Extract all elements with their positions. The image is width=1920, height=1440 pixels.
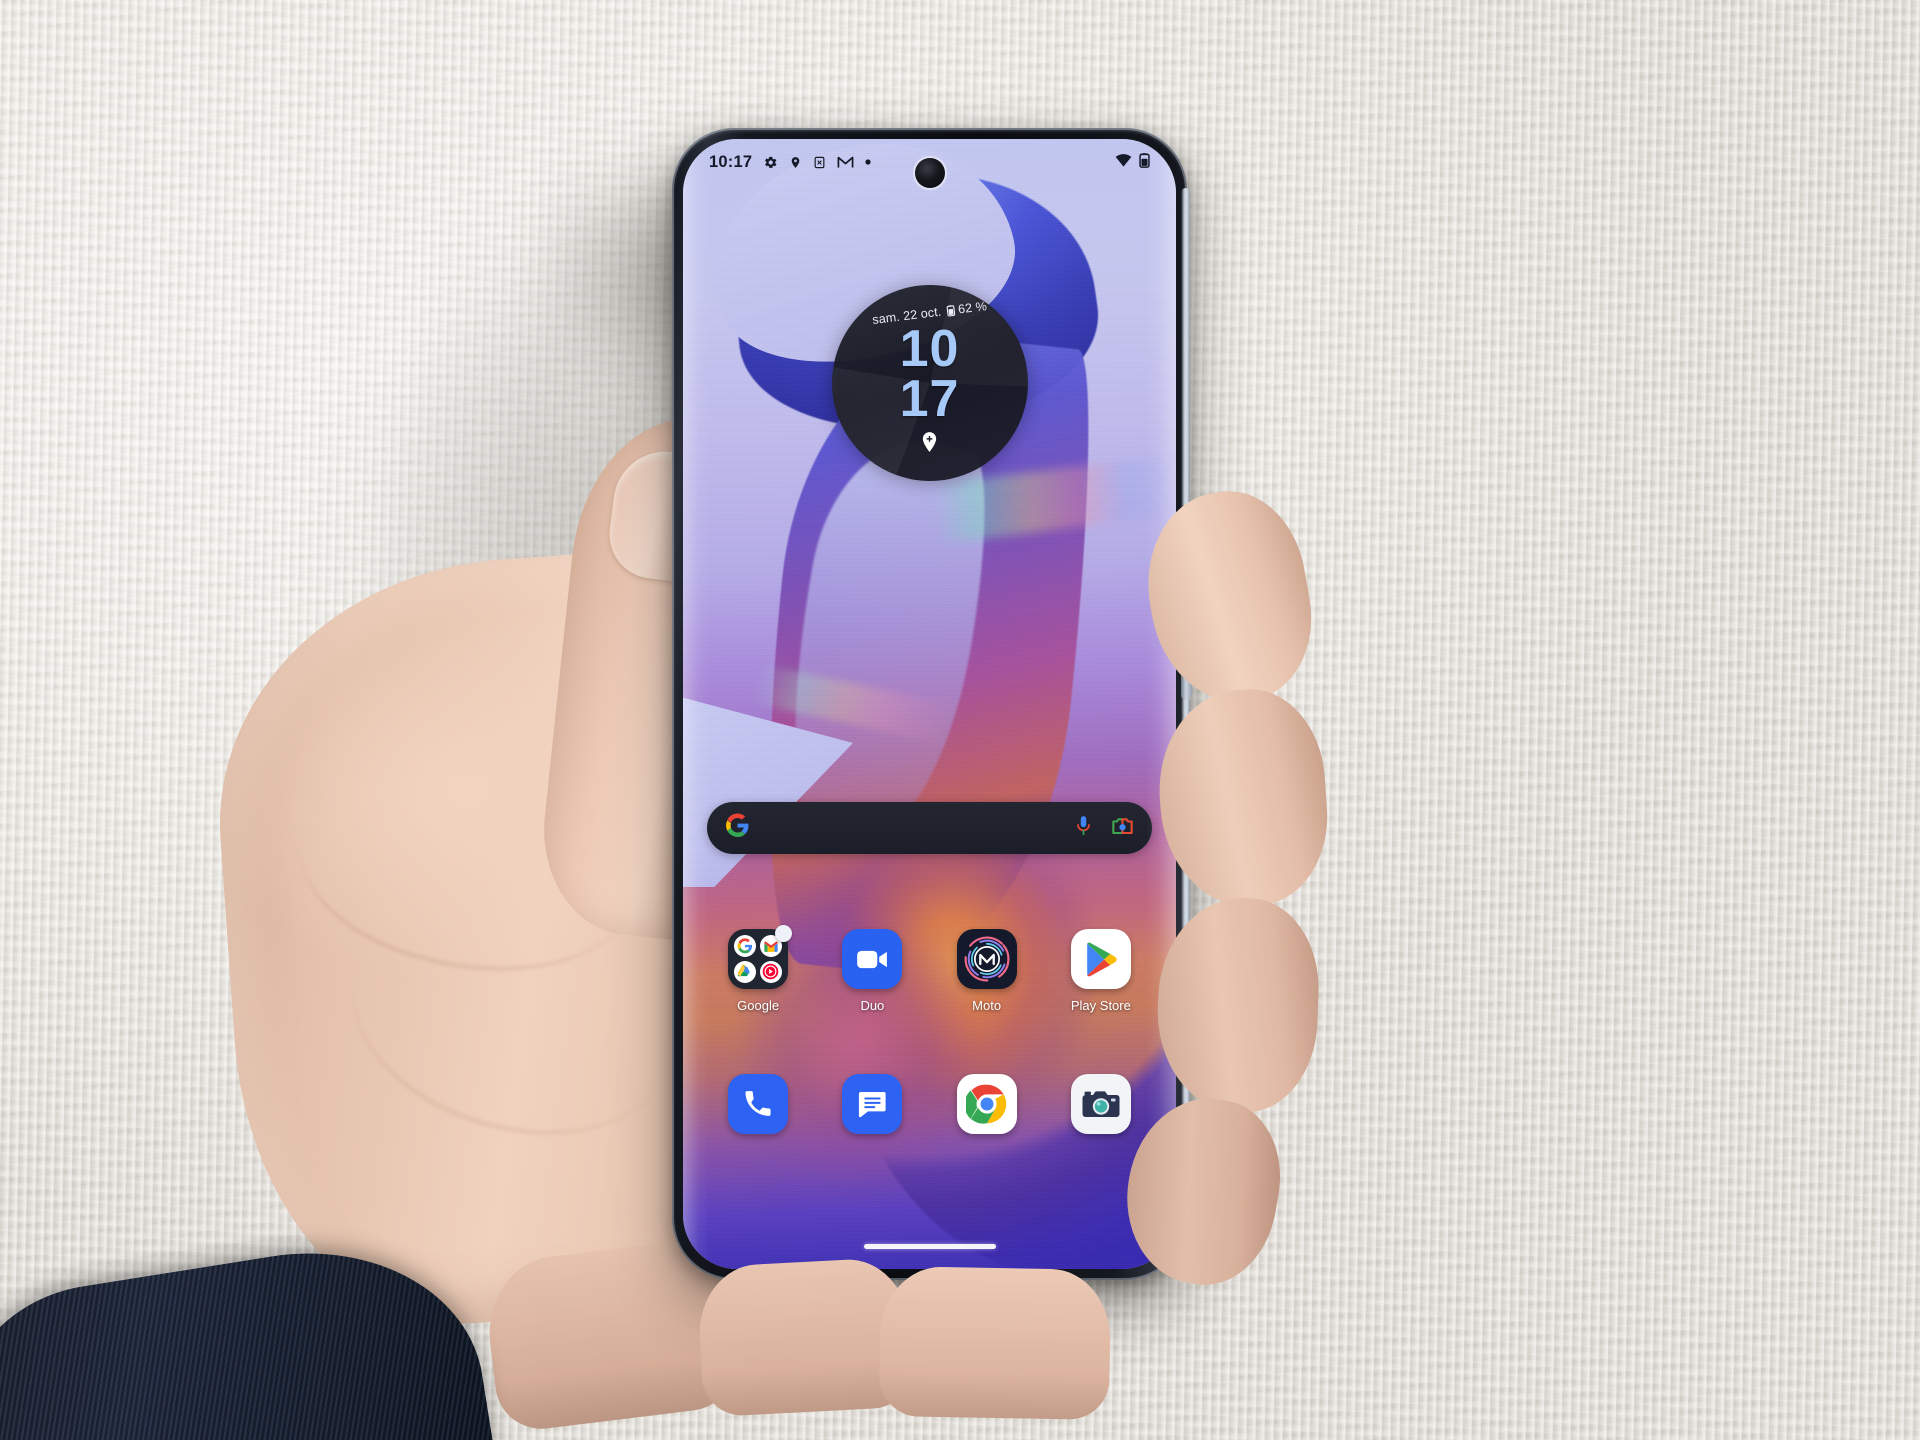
google-duo-icon[interactable]	[842, 929, 903, 989]
wifi-icon	[1115, 153, 1132, 172]
clock-widget[interactable]: sam. 22 oct. 62 % 10 17	[831, 285, 1028, 481]
front-camera-punch-hole	[914, 158, 945, 188]
supporting-finger	[878, 1266, 1112, 1420]
moto-icon[interactable]	[956, 929, 1017, 989]
phone-screen[interactable]: 10:17 sam. 22 oct. 62 % 10 17 Google Duo…	[683, 139, 1176, 1269]
screenshot-icon	[813, 155, 826, 170]
google-drive-icon	[734, 960, 757, 983]
gmail-icon	[837, 156, 854, 169]
location-pin-icon	[789, 155, 802, 170]
search-bar-actions	[1074, 815, 1134, 842]
location-add-pin-icon[interactable]	[921, 431, 938, 458]
google-folder-icon[interactable]	[728, 925, 793, 989]
google-lens-icon[interactable]	[1111, 815, 1134, 841]
more-dot-icon	[865, 159, 871, 165]
gear-icon	[763, 155, 778, 170]
status-bar-right-icons	[1115, 152, 1150, 173]
google-search-bar[interactable]	[707, 802, 1152, 854]
notification-badge-dot	[775, 925, 793, 942]
battery-icon	[946, 305, 956, 317]
app-grid: Google Duo Moto Play Store	[701, 925, 1158, 1013]
microphone-icon[interactable]	[1074, 815, 1093, 842]
app-label: Google	[737, 998, 780, 1013]
app-label: Moto	[972, 998, 1002, 1013]
messages-icon[interactable]	[842, 1074, 903, 1134]
app-label: Play Store	[1070, 998, 1131, 1013]
phone-icon[interactable]	[728, 1074, 789, 1134]
screen-edge-glare-right	[1146, 139, 1176, 1269]
clock-widget-hours: 10	[899, 320, 960, 378]
youtube-music-icon	[759, 960, 782, 983]
camera-icon[interactable]	[1070, 1074, 1131, 1134]
chrome-icon[interactable]	[956, 1074, 1017, 1134]
clock-widget-minutes: 17	[899, 369, 960, 428]
app-label: Duo	[860, 998, 885, 1013]
google-g-icon	[725, 813, 750, 843]
dock-item-chrome[interactable]	[930, 1074, 1044, 1134]
screen-edge-glare-left	[683, 139, 709, 1269]
app-play-store[interactable]: Play Store	[1044, 929, 1158, 1013]
dock	[701, 1074, 1158, 1134]
google-search-icon	[734, 935, 757, 958]
app-moto[interactable]: Moto	[930, 929, 1044, 1013]
smartphone: 10:17 sam. 22 oct. 62 % 10 17 Google Duo…	[672, 128, 1192, 1280]
app-duo[interactable]: Duo	[815, 929, 929, 1013]
home-gesture-pill[interactable]	[863, 1244, 996, 1249]
status-bar-clock: 10:17	[709, 152, 753, 171]
app-google-folder[interactable]: Google	[701, 925, 815, 1013]
dock-item-messages[interactable]	[815, 1074, 929, 1134]
dock-item-camera[interactable]	[1044, 1074, 1158, 1134]
google-play-store-icon[interactable]	[1070, 929, 1131, 989]
dock-item-phone[interactable]	[701, 1074, 815, 1134]
